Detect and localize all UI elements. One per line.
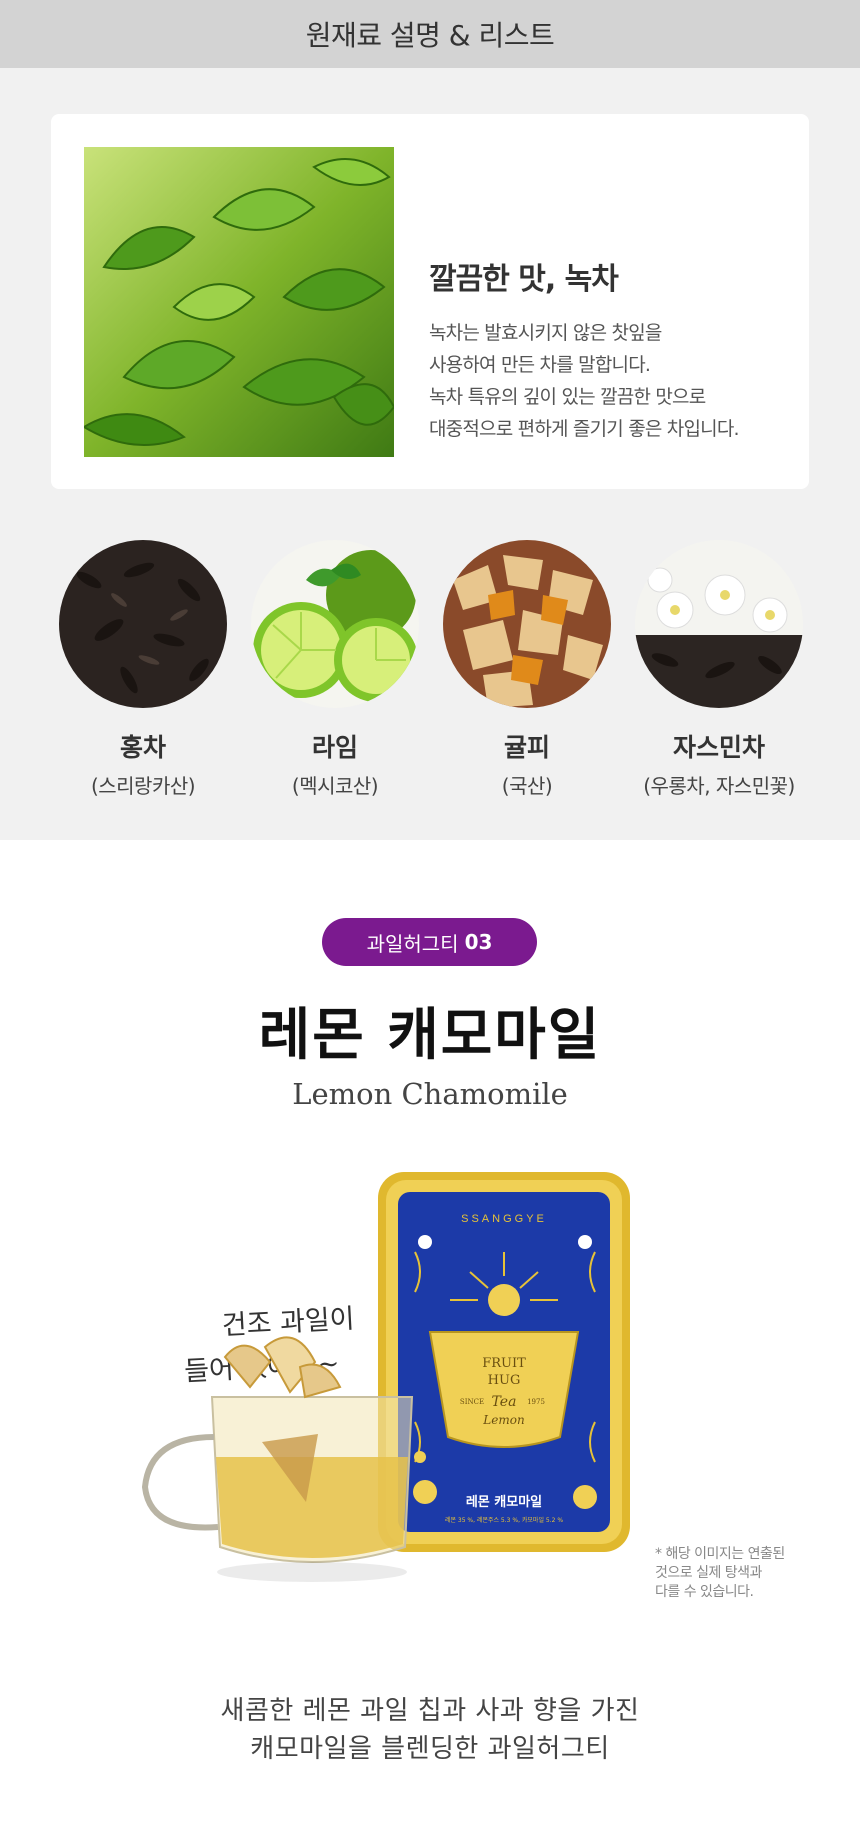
tin-tea-script: Tea	[492, 1394, 517, 1410]
tin-label: 레몬 캐모마일	[466, 1494, 542, 1510]
product-section: 과일허그티 03 레몬 캐모마일 Lemon Chamomile 건조 과일이 …	[0, 840, 860, 1823]
description-line: 캐모마일을 블렌딩한 과일허그티	[250, 1734, 610, 1764]
tin-year: 1975	[527, 1398, 545, 1406]
feature-line: 사용하여 만든 차를 말합니다.	[429, 354, 651, 376]
ingredient-jasmine-tea: 자스민차 (우롱차, 자스민꽃)	[624, 540, 814, 799]
product-scene: SSANGGYE FRUIT HUG SINCE Tea 1975 Lemon …	[141, 1172, 630, 1582]
product-subtitle: Lemon Chamomile	[292, 1077, 568, 1111]
tin-cup-line1: FRUIT	[482, 1356, 526, 1371]
feature-description: 녹차는 발효시키지 않은 찻잎을 사용하여 만든 차를 말합니다. 녹차 특유의…	[429, 317, 809, 445]
tin-cup-line2: HUG	[488, 1373, 521, 1388]
ingredient-name: 귤피	[503, 733, 550, 762]
jasmine-tea-image	[635, 540, 803, 708]
feature-line: 대중적으로 편하게 즐기기 좋은 차입니다.	[429, 418, 740, 440]
product-badge: 과일허그티 03	[322, 918, 537, 966]
ingredient-origin: (국산)	[501, 774, 553, 798]
tea-cup-image	[141, 1336, 414, 1582]
description-line: 새콤한 레몬 과일 칩과 사과 향을 가진	[220, 1696, 640, 1726]
ingredient-citrus-peel: 귤피 (국산)	[432, 540, 622, 799]
citrus-peel-image	[443, 540, 611, 708]
tea-tin-image: SSANGGYE FRUIT HUG SINCE Tea 1975 Lemon …	[378, 1172, 630, 1552]
tin-brand: SSANGGYE	[461, 1213, 547, 1225]
disclaimer-line: 다를 수 있습니다.	[655, 1584, 754, 1600]
image-disclaimer: * 해당 이미지는 연출된 것으로 실제 탕색과 다를 수 있습니다.	[655, 1545, 785, 1602]
ingredient-name: 자스민차	[672, 733, 765, 762]
product-description: 새콤한 레몬 과일 칩과 사과 향을 가진 캐모마일을 블렌딩한 과일허그티	[0, 1692, 860, 1768]
ingredients-section: 깔끔한 맛, 녹차 녹차는 발효시키지 않은 찻잎을 사용하여 만든 차를 말합…	[0, 68, 860, 840]
black-tea-image	[59, 540, 227, 708]
lime-image	[251, 540, 419, 708]
tin-flavor: Lemon	[482, 1413, 524, 1427]
product-title: 레몬 캐모마일	[258, 1003, 602, 1068]
ingredient-black-tea: 홍차 (스리랑카산)	[48, 540, 238, 799]
ingredient-name: 라임	[311, 733, 358, 762]
disclaimer-line: * 해당 이미지는 연출된	[655, 1546, 785, 1562]
ingredient-name: 홍차	[119, 733, 166, 762]
section-header: 원재료 설명 & 리스트	[0, 0, 860, 68]
ingredient-origin: (우롱차, 자스민꽃)	[643, 774, 795, 798]
green-tea-leaf-photo	[84, 147, 394, 457]
ingredient-lime: 라임 (멕시코산)	[240, 540, 430, 799]
badge-number: 03	[464, 930, 493, 954]
badge-text: 과일허그티	[366, 931, 459, 956]
section-header-title: 원재료 설명 & 리스트	[305, 19, 555, 52]
tin-since: SINCE	[460, 1398, 484, 1406]
feature-card: 깔끔한 맛, 녹차 녹차는 발효시키지 않은 찻잎을 사용하여 만든 차를 말합…	[51, 114, 809, 489]
ingredient-origin: (스리랑카산)	[90, 774, 196, 798]
disclaimer-line: 것으로 실제 탕색과	[655, 1565, 762, 1581]
feature-line: 녹차 특유의 깊이 있는 깔끔한 맛으로	[429, 386, 706, 408]
tin-ingredients: 레몬 35 %, 레몬주스 5.3 %, 카모마일 5.2 %	[445, 1516, 563, 1524]
feature-line: 녹차는 발효시키지 않은 찻잎을	[429, 322, 662, 344]
ingredient-origin: (멕시코산)	[291, 774, 379, 798]
feature-title: 깔끔한 맛, 녹차	[429, 262, 619, 297]
